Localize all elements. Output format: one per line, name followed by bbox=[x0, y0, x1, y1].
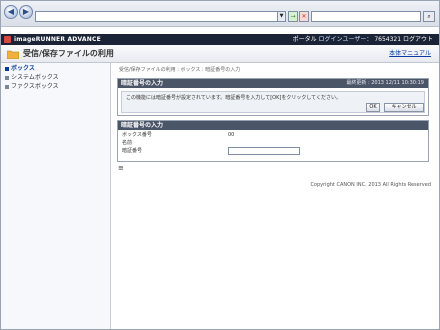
password-input[interactable] bbox=[228, 147, 300, 155]
password-message-panel: 暗証番号の入力 最終更新 : 2013 12/11 10:30:19 この機能に… bbox=[117, 78, 429, 116]
instruction-text: この機能には暗証番号が設定されています。暗証番号を入力して[OK]をクリックして… bbox=[126, 95, 342, 101]
sidebar-item-box[interactable]: ボックス bbox=[5, 65, 35, 73]
address-bar[interactable] bbox=[35, 11, 285, 22]
address-dropdown-icon[interactable]: ▼ bbox=[277, 11, 286, 22]
browser-toolbar: ◀ ▶ ▼ → ✕ ⌕ bbox=[1, 1, 439, 27]
stop-icon[interactable]: ✕ bbox=[299, 11, 309, 22]
forward-arrow-icon[interactable]: ▶ bbox=[19, 5, 33, 19]
ok-button[interactable]: OK bbox=[366, 103, 380, 112]
copyright: Copyright CANON INC. 2013 All Rights Res… bbox=[310, 182, 431, 188]
password-input-panel: 暗証番号の入力 ボックス番号 00 名前 暗証番号 bbox=[117, 120, 429, 162]
page-title: 受信/保存ファイルの利用 bbox=[23, 49, 114, 58]
sidebar-item-fax-box[interactable]: ファクスボックス bbox=[5, 83, 59, 91]
login-user-name: 7654321 bbox=[374, 36, 402, 43]
browser-search-input[interactable] bbox=[311, 11, 421, 22]
box-number-value: 00 bbox=[228, 132, 235, 138]
name-label: 名前 bbox=[122, 140, 133, 146]
bullet-icon bbox=[5, 84, 9, 89]
go-icon[interactable]: → bbox=[288, 11, 298, 22]
box-number-row: ボックス番号 00 bbox=[118, 131, 428, 139]
folder-icon bbox=[7, 50, 19, 59]
user-info: ポータル ログインユーザー： 7654321 ログアウト bbox=[293, 35, 433, 44]
sidebar-item-system-box[interactable]: システムボックス bbox=[5, 74, 59, 82]
manual-link[interactable]: 本体マニュアル bbox=[389, 50, 431, 58]
login-user-label: ログインユーザー： bbox=[318, 36, 373, 43]
name-row: 名前 bbox=[118, 139, 428, 147]
password-label: 暗証番号 bbox=[122, 148, 143, 154]
sidebar: ボックス システムボックス ファクスボックス bbox=[1, 63, 111, 329]
search-icon[interactable]: ⌕ bbox=[423, 11, 435, 22]
panel-heading: 暗証番号の入力 bbox=[118, 121, 428, 130]
cancel-button[interactable]: キャンセル bbox=[384, 103, 424, 112]
breadcrumb: 受信/保存ファイルの利用 : ボックス : 暗証番号の入力 bbox=[119, 67, 241, 73]
app-header: imageRUNNER ADVANCE ポータル ログインユーザー： 76543… bbox=[1, 34, 439, 45]
message-box: この機能には暗証番号が設定されています。暗証番号を入力して[OK]をクリックして… bbox=[121, 91, 425, 113]
password-row: 暗証番号 bbox=[118, 147, 428, 155]
panel-heading: 暗証番号の入力 最終更新 : 2013 12/11 10:30:19 bbox=[118, 79, 428, 88]
box-number-label: ボックス番号 bbox=[122, 132, 152, 138]
app-logo-icon bbox=[4, 36, 11, 43]
app-name: imageRUNNER ADVANCE bbox=[14, 36, 101, 43]
bullet-icon bbox=[5, 75, 9, 80]
logout-link[interactable]: ログアウト bbox=[403, 36, 433, 43]
portal-link[interactable]: ポータル bbox=[293, 36, 317, 43]
bullet-icon bbox=[5, 66, 9, 71]
back-arrow-icon[interactable]: ◀ bbox=[4, 5, 18, 19]
back-to-top-icon[interactable]: ≡ bbox=[118, 165, 124, 172]
browser-window: ◀ ▶ ▼ → ✕ ⌕ imageRUNNER ADVANCE ポータル ログイ… bbox=[0, 0, 440, 330]
page-title-bar: 受信/保存ファイルの利用 本体マニュアル bbox=[1, 45, 439, 63]
last-updated: 最終更新 : 2013 12/11 10:30:19 bbox=[346, 80, 424, 86]
